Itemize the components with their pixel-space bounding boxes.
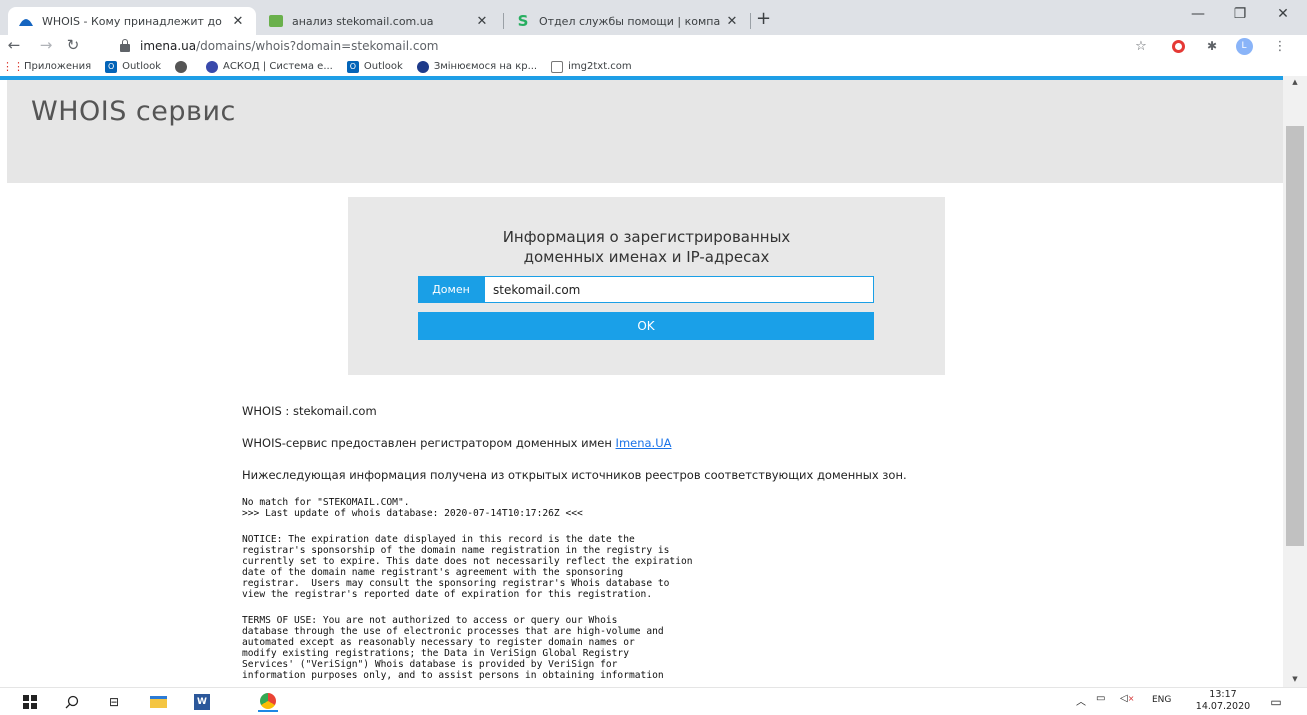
browser-menu-icon[interactable]: ⋮ bbox=[1271, 37, 1289, 55]
minimize-button[interactable]: — bbox=[1188, 6, 1208, 22]
clock-time: 13:17 bbox=[1209, 689, 1237, 700]
bookmarks-bar: ⋮⋮ Приложения O Outlook АСКОД | Система … bbox=[0, 57, 1307, 76]
globe-icon bbox=[416, 60, 429, 73]
bookmark-label: Outlook bbox=[122, 61, 162, 72]
bookmark-label: Приложения bbox=[24, 61, 92, 72]
domain-input[interactable] bbox=[484, 276, 874, 303]
bookmark-label: img2txt.com bbox=[568, 61, 632, 72]
maximize-button[interactable]: ❐ bbox=[1230, 6, 1250, 22]
helpdesk-favicon-icon: S bbox=[517, 12, 529, 30]
network-icon[interactable]: ▭ bbox=[1096, 693, 1105, 704]
back-arrow-icon[interactable]: ← bbox=[4, 35, 24, 55]
opera-extension-icon[interactable] bbox=[1169, 37, 1187, 55]
tab-title: анализ stekomail.com.ua bbox=[292, 14, 434, 28]
search-icon[interactable] bbox=[62, 692, 82, 712]
tab-separator bbox=[750, 13, 751, 29]
search-caption-line1: Информация о зарегистрированных bbox=[502, 228, 791, 246]
file-explorer-icon[interactable] bbox=[148, 692, 168, 712]
whois-raw-status: No match for "STEKOMAIL.COM". >>> Last u… bbox=[242, 497, 583, 519]
whois-result-title: WHOIS : stekomail.com bbox=[242, 404, 377, 418]
info-source-line: Нижеследующая информация получена из отк… bbox=[242, 468, 907, 482]
tab-title: WHOIS - Кому принадлежит до bbox=[42, 14, 222, 28]
provider-text: WHOIS-сервис предоставлен регистратором … bbox=[242, 436, 616, 450]
scroll-up-arrow-icon[interactable]: ▲ bbox=[1283, 78, 1307, 88]
tab-strip: WHOIS - Кому принадлежит до ✕ анализ ste… bbox=[0, 0, 1307, 35]
tab-title: Отдел службы помощи | компа bbox=[539, 14, 720, 28]
tab-close-icon[interactable]: ✕ bbox=[474, 14, 490, 29]
page-title: WHOIS сервис bbox=[31, 96, 236, 127]
clock-date: 14.07.2020 bbox=[1195, 701, 1251, 712]
profile-initial: L bbox=[1235, 37, 1253, 55]
volume-muted-icon[interactable]: ◁× bbox=[1120, 693, 1134, 704]
bookmark-chrome[interactable] bbox=[175, 60, 192, 73]
bookmark-askod[interactable]: АСКОД | Система е... bbox=[206, 60, 333, 73]
page-viewport: WHOIS сервис Информация о зарегистрирова… bbox=[0, 80, 1283, 687]
whois-notice: NOTICE: The expiration date displayed in… bbox=[242, 534, 693, 600]
bookmark-label: Outlook bbox=[363, 61, 403, 72]
tab-analysis[interactable]: анализ stekomail.com.ua ✕ bbox=[258, 7, 500, 35]
ok-button[interactable]: OK bbox=[418, 312, 874, 340]
bookmark-outlook-2[interactable]: O Outlook bbox=[346, 60, 403, 73]
windows-taskbar: ⊟ W ︿ ▭ ◁× ENG 13:17 14.07.2020 ▭ bbox=[0, 687, 1307, 715]
notifications-icon[interactable]: ▭ bbox=[1266, 692, 1286, 712]
browser-toolbar: ← → ↻ imena.ua/domains/whois?domain=stek… bbox=[0, 35, 1307, 57]
forward-arrow-icon[interactable]: → bbox=[36, 35, 56, 55]
domain-label: Домен bbox=[418, 276, 484, 303]
outlook-icon: O bbox=[346, 60, 359, 73]
bookmark-img2txt[interactable]: img2txt.com bbox=[551, 60, 632, 73]
close-window-button[interactable]: ✕ bbox=[1273, 6, 1293, 22]
bookmark-outlook[interactable]: O Outlook bbox=[105, 60, 162, 73]
imena-link[interactable]: Imena.UA bbox=[616, 436, 672, 450]
askod-icon bbox=[206, 60, 219, 73]
profile-avatar[interactable]: L bbox=[1235, 37, 1253, 55]
windows-start-icon[interactable] bbox=[20, 692, 40, 712]
extensions-puzzle-icon[interactable]: ✱ bbox=[1203, 37, 1221, 55]
whois-terms-of-use: TERMS OF USE: You are not authorized to … bbox=[242, 615, 664, 681]
outlook-icon: O bbox=[105, 60, 118, 73]
chrome-icon bbox=[175, 60, 188, 73]
whois-search-panel: Информация о зарегистрированных доменных… bbox=[348, 197, 945, 375]
task-view-icon[interactable]: ⊟ bbox=[104, 692, 124, 712]
tab-close-icon[interactable]: ✕ bbox=[724, 14, 740, 29]
bookmark-change[interactable]: Змінюємося на кр... bbox=[416, 60, 538, 73]
page-scrollbar[interactable]: ▲ ▼ bbox=[1283, 76, 1307, 687]
analysis-favicon-icon bbox=[268, 13, 284, 29]
address-bar[interactable]: imena.ua/domains/whois?domain=stekomail.… bbox=[120, 35, 1130, 57]
tab-close-icon[interactable]: ✕ bbox=[230, 14, 246, 29]
tab-helpdesk[interactable]: S Отдел службы помощи | компа ✕ bbox=[505, 7, 750, 35]
bookmark-apps[interactable]: ⋮⋮ Приложения bbox=[2, 60, 92, 73]
reload-icon[interactable]: ↻ bbox=[63, 35, 83, 55]
lock-icon bbox=[120, 39, 130, 52]
word-icon[interactable]: W bbox=[192, 692, 212, 712]
hero-banner: WHOIS сервис bbox=[7, 80, 1283, 183]
apps-grid-icon: ⋮⋮ bbox=[2, 60, 24, 73]
tray-chevron-icon[interactable]: ︿ bbox=[1076, 693, 1086, 708]
language-indicator[interactable]: ENG bbox=[1152, 695, 1171, 705]
url-host: imena.ua bbox=[140, 39, 197, 53]
system-clock[interactable]: 13:17 14.07.2020 bbox=[1194, 689, 1252, 713]
new-tab-button[interactable]: + bbox=[756, 8, 771, 29]
search-caption-line2: доменных именах и IP-адресах bbox=[523, 248, 770, 266]
scrollbar-thumb[interactable] bbox=[1286, 126, 1304, 546]
search-caption: Информация о зарегистрированных доменных… bbox=[348, 227, 945, 267]
bookmark-label: АСКОД | Система е... bbox=[223, 61, 333, 72]
chrome-taskbar-icon[interactable] bbox=[258, 692, 278, 712]
provider-line: WHOIS-сервис предоставлен регистратором … bbox=[242, 436, 672, 450]
bookmark-label: Змінюємося на кр... bbox=[433, 61, 538, 72]
imena-favicon-icon bbox=[18, 13, 34, 29]
tab-separator bbox=[503, 13, 504, 29]
tab-whois[interactable]: WHOIS - Кому принадлежит до ✕ bbox=[8, 7, 256, 35]
img2txt-icon bbox=[551, 60, 564, 73]
url-path: /domains/whois?domain=stekomail.com bbox=[196, 39, 439, 53]
bookmark-star-icon[interactable]: ☆ bbox=[1132, 37, 1150, 55]
scroll-down-arrow-icon[interactable]: ▼ bbox=[1283, 675, 1307, 685]
